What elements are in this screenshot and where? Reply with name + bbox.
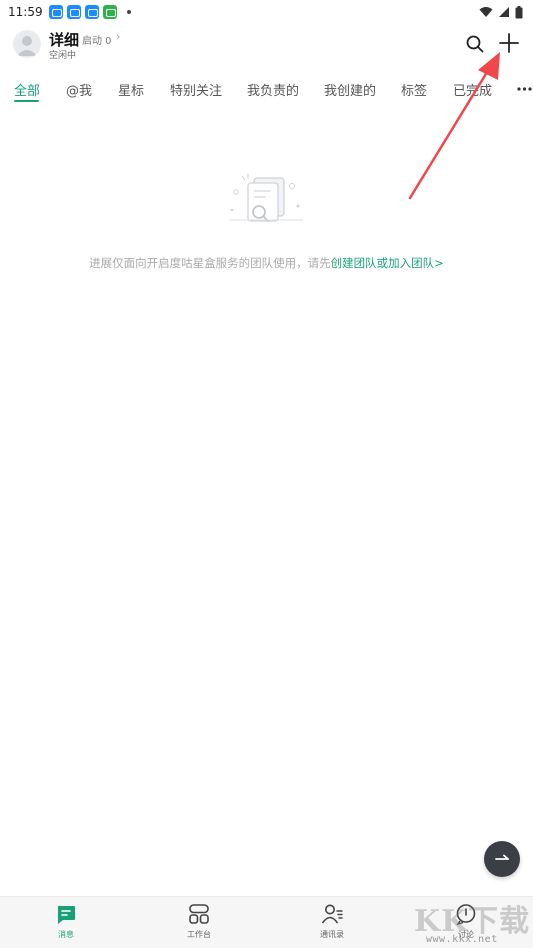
wifi-icon	[479, 7, 493, 17]
arrow-right-icon	[495, 854, 509, 860]
empty-document-icon	[229, 174, 303, 222]
nav-item-messages[interactable]: 消息	[31, 903, 101, 947]
workbench-icon	[189, 904, 209, 924]
tab-assigned-to-me[interactable]: 我负责的	[247, 80, 299, 99]
empty-state-text: 进展仅面向开启度咕星盒服务的团队使用，请先	[89, 256, 331, 270]
nav-label: 工作台	[187, 930, 211, 939]
create-or-join-team-link[interactable]: 创建团队或加入团队>	[331, 256, 444, 270]
contacts-icon	[321, 904, 343, 924]
tab-starred[interactable]: 星标	[118, 80, 144, 99]
chevron-right-icon[interactable]: ›	[116, 30, 120, 43]
annotation-arrow-icon	[408, 52, 500, 200]
battery-icon	[515, 5, 523, 18]
nav-item-workbench[interactable]: 工作台	[164, 903, 234, 947]
floating-action-button[interactable]	[484, 841, 520, 877]
status-bar: 11:59	[0, 0, 533, 24]
nav-label: 讨论	[458, 930, 474, 939]
nav-item-discussion[interactable]: 讨论	[431, 903, 501, 947]
user-icon	[17, 36, 37, 56]
tab-created-by-me[interactable]: 我创建的	[324, 80, 376, 99]
tab-indicator	[14, 100, 39, 102]
notification-dot-icon	[126, 10, 131, 14]
app-blue-icon	[48, 5, 63, 19]
tab-all[interactable]: 全部	[14, 80, 40, 99]
app-blue-icon	[84, 5, 99, 19]
nav-item-contacts[interactable]: 通讯录	[297, 903, 367, 947]
discussion-icon	[456, 904, 476, 925]
status-time: 11:59	[8, 5, 43, 19]
user-status: 空闲中	[49, 51, 77, 61]
empty-state-message: 进展仅面向开启度咕星盒服务的团队使用，请先创建团队或加入团队>	[0, 255, 533, 271]
avatar[interactable]	[13, 30, 41, 58]
app-blue-icon	[66, 5, 81, 19]
app-green-icon	[102, 5, 117, 19]
nav-label: 通讯录	[320, 930, 344, 939]
tab-mentions[interactable]: @我	[66, 80, 92, 99]
bottom-nav: 消息 工作台 通讯录 讨论	[0, 896, 533, 948]
header-subtitle[interactable]: 启动 0	[82, 32, 112, 47]
page-title: 详细	[49, 31, 80, 49]
signal-icon	[499, 7, 509, 17]
nav-label: 消息	[58, 930, 74, 939]
tab-special-follow[interactable]: 特别关注	[170, 80, 222, 99]
message-icon	[58, 906, 75, 924]
